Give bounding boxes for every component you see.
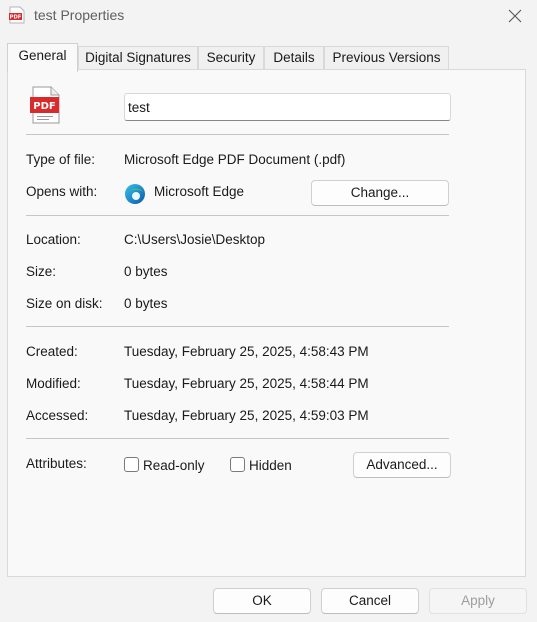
divider	[26, 215, 449, 216]
divider	[26, 326, 449, 327]
divider	[26, 438, 449, 439]
apply-button[interactable]: Apply	[429, 588, 527, 614]
created-label: Created:	[26, 344, 78, 359]
change-button[interactable]: Change...	[311, 180, 449, 206]
accessed-value: Tuesday, February 25, 2025, 4:59:03 PM	[124, 408, 369, 423]
accessed-label: Accessed:	[26, 408, 89, 423]
close-button[interactable]	[500, 0, 530, 32]
opens-with-value: Microsoft Edge	[154, 184, 245, 199]
advanced-button[interactable]: Advanced...	[353, 452, 451, 478]
title-bar: PDF test Properties	[0, 0, 537, 32]
tab-general[interactable]: General	[7, 43, 78, 72]
close-icon	[508, 9, 522, 23]
attributes-label: Attributes:	[26, 456, 87, 471]
cancel-button[interactable]: Cancel	[321, 588, 419, 614]
microsoft-edge-icon	[124, 183, 146, 205]
hidden-label: Hidden	[249, 458, 292, 473]
type-of-file-label: Type of file:	[26, 152, 96, 167]
pdf-file-icon: PDF	[9, 6, 25, 24]
divider	[26, 134, 449, 135]
hidden-checkbox[interactable]	[230, 457, 245, 472]
window-title: test Properties	[34, 7, 125, 23]
type-of-file-value: Microsoft Edge PDF Document (.pdf)	[124, 152, 346, 167]
svg-text:PDF: PDF	[33, 101, 55, 112]
ok-button[interactable]: OK	[213, 588, 311, 614]
tab-details[interactable]: Details	[264, 46, 324, 70]
tab-previous-versions[interactable]: Previous Versions	[324, 46, 449, 70]
opens-with-label: Opens with:	[26, 184, 98, 199]
size-on-disk-label: Size on disk:	[26, 296, 103, 311]
tab-digital-signatures[interactable]: Digital Signatures	[78, 46, 198, 70]
size-label: Size:	[26, 264, 57, 279]
file-name-input[interactable]	[124, 93, 451, 121]
pdf-document-icon: PDF	[30, 86, 62, 124]
size-value: 0 bytes	[124, 264, 168, 279]
modified-label: Modified:	[26, 376, 81, 391]
svg-text:PDF: PDF	[10, 15, 22, 21]
modified-value: Tuesday, February 25, 2025, 4:58:44 PM	[124, 376, 369, 391]
location-value: C:\Users\Josie\Desktop	[124, 232, 266, 247]
read-only-checkbox[interactable]	[124, 457, 139, 472]
read-only-label: Read-only	[143, 458, 205, 473]
created-value: Tuesday, February 25, 2025, 4:58:43 PM	[124, 344, 369, 359]
size-on-disk-value: 0 bytes	[124, 296, 168, 311]
general-panel	[7, 69, 526, 577]
location-label: Location:	[26, 232, 81, 247]
tab-security[interactable]: Security	[198, 46, 264, 70]
